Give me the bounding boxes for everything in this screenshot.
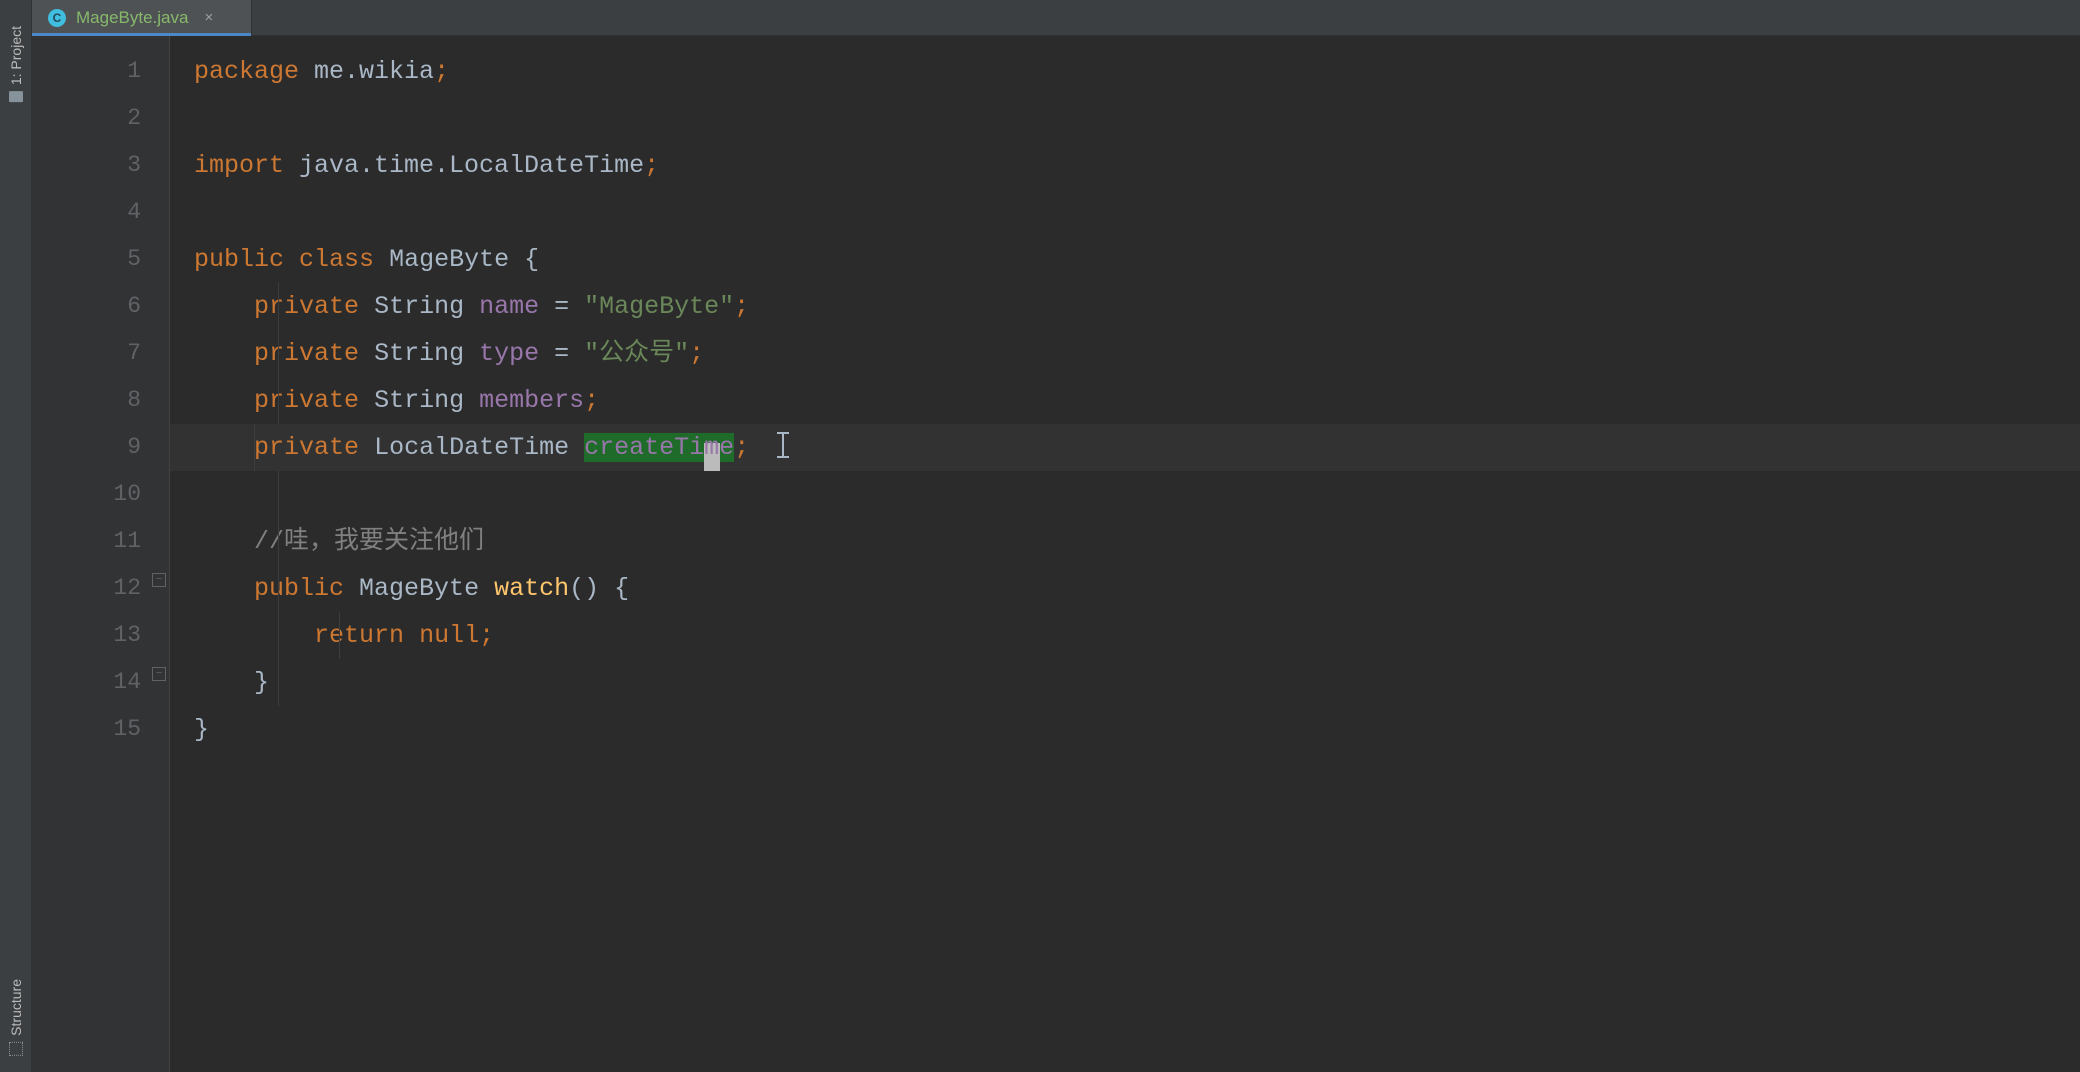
close-icon[interactable]: × — [204, 9, 213, 26]
code-line[interactable]: public MageByte watch() { — [194, 565, 2080, 612]
line-number: 13 — [32, 612, 141, 659]
code-line[interactable]: return null; — [194, 612, 2080, 659]
line-number: 9 — [32, 424, 141, 471]
mouse-ibeam-icon — [782, 432, 784, 458]
code-line[interactable]: } — [194, 706, 2080, 753]
code-line[interactable]: public class MageByte { — [194, 236, 2080, 283]
tool-window-structure[interactable]: Structure — [8, 971, 24, 1064]
editor-tab-label: MageByte.java — [76, 8, 188, 28]
code-line-current[interactable]: private LocalDateTime createTime; — [170, 424, 2080, 471]
code-line[interactable] — [194, 95, 2080, 142]
fold-start-icon[interactable]: − — [152, 573, 166, 587]
main-area: C MageByte.java × 1 2 3 4 5 6 7 8 9 10 1… — [32, 0, 2080, 1072]
line-number: 14 — [32, 659, 141, 706]
editor-tab-bar: C MageByte.java × — [32, 0, 2080, 36]
code-line[interactable]: private String members; — [194, 377, 2080, 424]
code-line[interactable] — [194, 189, 2080, 236]
line-number-gutter: 1 2 3 4 5 6 7 8 9 10 11 12 13 14 15 − − — [32, 36, 170, 1072]
code-area[interactable]: package me.wikia; import java.time.Local… — [170, 36, 2080, 1072]
line-number: 1 — [32, 48, 141, 95]
tool-window-structure-label: Structure — [8, 979, 24, 1036]
line-number: 15 — [32, 706, 141, 753]
code-line[interactable]: private String type = "公众号"; — [194, 330, 2080, 377]
code-line[interactable]: import java.time.LocalDateTime; — [194, 142, 2080, 189]
line-number: 5 — [32, 236, 141, 283]
line-number: 6 — [32, 283, 141, 330]
fold-end-icon[interactable]: − — [152, 667, 166, 681]
code-line[interactable]: //哇，我要关注他们 — [194, 518, 2080, 565]
code-editor[interactable]: 1 2 3 4 5 6 7 8 9 10 11 12 13 14 15 − − … — [32, 36, 2080, 1072]
code-line[interactable] — [194, 471, 2080, 518]
code-line[interactable]: } — [194, 659, 2080, 706]
line-number: 7 — [32, 330, 141, 377]
line-number: 10 — [32, 471, 141, 518]
line-number: 12 — [32, 565, 141, 612]
line-number: 4 — [32, 189, 141, 236]
line-number: 2 — [32, 95, 141, 142]
folder-icon — [9, 91, 23, 102]
code-line[interactable]: package me.wikia; — [194, 48, 2080, 95]
line-number: 3 — [32, 142, 141, 189]
side-tool-bar: 1: Project Structure — [0, 0, 32, 1072]
class-icon: C — [48, 9, 66, 27]
code-line[interactable]: private String name = "MageByte"; — [194, 283, 2080, 330]
line-number: 11 — [32, 518, 141, 565]
editor-tab-magebyte[interactable]: C MageByte.java × — [32, 0, 252, 35]
tool-window-project-label: 1: Project — [8, 26, 24, 85]
tool-window-project[interactable]: 1: Project — [8, 18, 24, 110]
structure-icon — [9, 1042, 23, 1056]
line-number: 8 — [32, 377, 141, 424]
